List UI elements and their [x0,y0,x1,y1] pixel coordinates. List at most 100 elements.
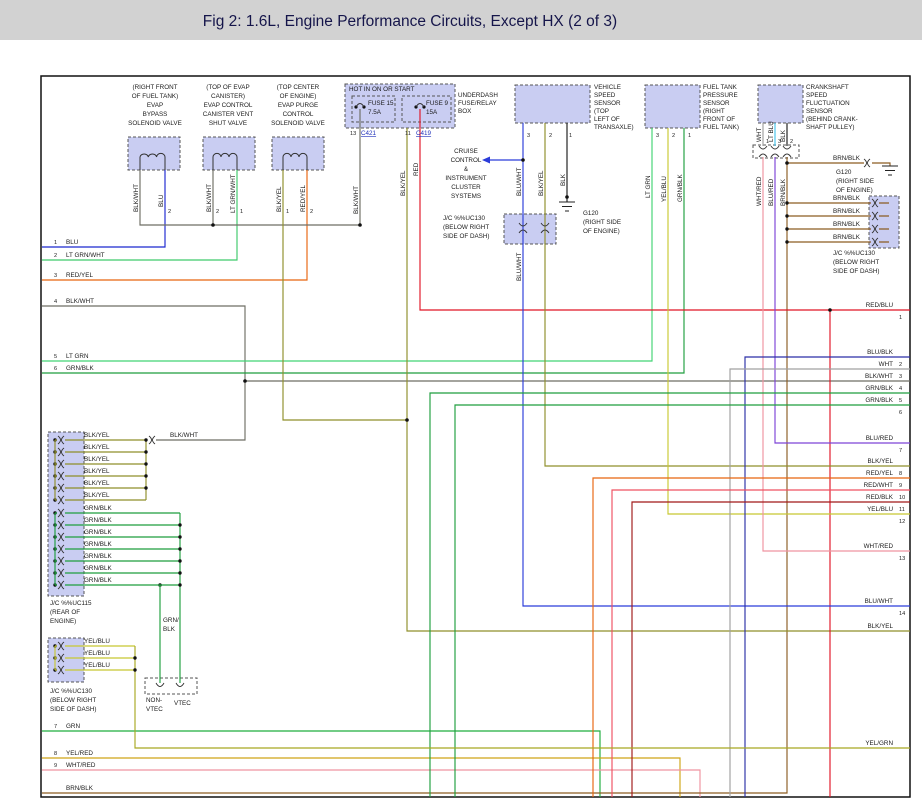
left-wire-label-2: RED/YEL [66,272,93,279]
left-wire-number-8: 9 [54,763,57,769]
right-wire-label-4: GRN/BLK [865,385,893,392]
fuse-f1b: 7.5A [368,109,382,116]
wire-label-sol2a: BLK/WHT [206,184,213,212]
wire-label-sol1a: BLK/WHT [133,184,140,212]
wire-label-fuseb: BLK/YEL [400,170,407,196]
right-wire-number-13: 14 [899,611,905,617]
left-wire-label-9: BRN/BLK [66,785,94,792]
fuse-name-line-0: UNDERDASH [458,92,498,99]
comp-sol3-line-4: SOLENOID VALVE [271,120,325,127]
comp-ck-line-1: SPEED [806,92,828,99]
comp-ck-line-0: CRANKSHAFT [806,84,849,91]
junction-dot [178,523,181,526]
pin-number: 1 [286,209,289,215]
stack2-row-label-1: YEL/BLU [84,650,110,657]
pin-number: 2 [790,139,793,145]
left-wire-number-4: 5 [54,354,57,360]
stack2-row-label-2: YEL/BLU [84,662,110,669]
jc_right-line-1: (BELOW RIGHT [833,259,879,266]
comp-ck-line-4: (BEHIND CRANK- [806,116,858,123]
brn-blk-label-1: BRN/BLK [833,195,861,202]
vehicle-speed-sensor-box [515,85,590,123]
junction-dot [785,240,788,243]
right-wire-label-15: YEL/GRN [865,740,893,747]
right-wire-label-8: RED/YEL [866,470,893,477]
comp-vss-line-2: SENSOR [594,100,621,107]
wire-label-ckb2: BLU/RED [768,178,775,206]
pin-number: 2 [168,209,171,215]
comp-ftp-line-2: SENSOR [703,100,730,107]
cruise-line-3: INSTRUMENT [445,175,486,182]
right-wire-label-13: BLU/WHT [865,598,893,605]
jc-uc130-center-box [504,214,556,244]
comp-vss-line-3: (TOP [594,108,609,115]
right-wire-label-2: WHT [879,361,893,368]
right-wire-label-9: RED/WHT [864,482,894,489]
vtec-v: VTEC [174,700,191,707]
comp-sol3-line-1: OF ENGINE) [280,93,317,100]
wire-label-cka2: WHT/RED [756,176,763,206]
left-wire-number-1: 2 [54,253,57,259]
comp-sol3-line-2: EVAP PURGE [278,102,318,109]
fuse-f2a: FUSE 9 [426,100,449,107]
stack1-row-label-9: GRN/BLK [84,541,112,548]
wire-label-vssc: BLK [560,173,567,186]
brn-blk-label-0: BRN/BLK [833,155,861,162]
left-wire-label-7: YEL/RED [66,750,93,757]
pin-number: 2 [310,209,313,215]
brn-blk-label-2: BRN/BLK [833,208,861,215]
comp-ftp-line-4: FRONT OF [703,116,735,123]
vtec-non2: VTEC [146,706,163,713]
fuse-p1: 13 [350,131,356,137]
wire-label-vssa2: BLU/WHT [516,253,523,281]
fuse-p2: 11 [405,131,411,137]
evap-vent-valve-box [203,137,255,170]
left-wire-label-8: WHT/RED [66,762,96,769]
jc_center-line-0: J/C %%UC130 [443,215,485,222]
right-wire-label-5: GRN/BLK [865,397,893,404]
wire-label-sol3a: BLK/YEL [276,186,283,212]
fuel-tank-pressure-sensor-box [645,85,700,128]
fuse-c2: C419 [416,130,432,137]
comp-ftp-line-5: FUEL TANK) [703,124,739,131]
g120_right-line-1: (RIGHT SIDE [836,178,874,185]
comp-vss-line-1: SPEED [594,92,616,99]
right-wire-number-11: 12 [899,519,905,525]
comp-sol2-line-3: CANISTER VENT [203,111,254,118]
junction-dot [144,462,147,465]
junction-dot [785,227,788,230]
pin-number: 3 [778,139,781,145]
junction-dot [178,571,181,574]
wire-label-ftpc: GRN/BLK [677,174,684,202]
left-wire-label-1: LT GRN/WHT [66,252,105,259]
g120_center-line-2: OF ENGINE) [583,228,620,235]
crankshaft-sensor-box [758,85,803,123]
right-wire-label-12: WHT/RED [864,543,894,550]
wire-label-vssa: BLU/WHT [516,168,523,196]
left-wire-number-2: 3 [54,273,57,279]
jc_right-line-0: J/C %%UC130 [833,250,875,257]
junction-dot [785,214,788,217]
jc-uc130-left-box [48,638,84,682]
cruise-line-5: SYSTEMS [451,193,481,200]
jc130_left-line-1: (BELOW RIGHT [50,697,96,704]
pin-number: 2 [216,209,219,215]
junction-dot [178,535,181,538]
left-wire-label-6: GRN [66,723,80,730]
page-title: Fig 2: 1.6L, Engine Performance Circuits… [203,13,617,30]
comp-sol1-line-1: OF FUEL TANK) [132,93,178,100]
comp-ck-line-3: SENSOR [806,108,833,115]
wire-label-ftpb: YEL/BLU [661,176,668,202]
jc115-line-0: J/C %%UC115 [50,600,92,607]
pin-number: 2 [672,133,675,139]
stack1-row-label-4: BLK/YEL [84,480,110,487]
left-wire-number-3: 4 [54,299,57,305]
right-wire-number-12: 13 [899,556,905,562]
stack2-row-label-0: YEL/BLU [84,638,110,645]
left-wire-label-3: BLK/WHT [66,298,94,305]
g120_center-line-1: (RIGHT SIDE [583,219,621,226]
fuse-hot: HOT IN ON OR START [349,86,415,93]
pin-number: 1 [688,133,691,139]
fuse-name-line-2: BOX [458,108,472,115]
comp-sol2-line-1: CANISTER) [211,93,245,100]
